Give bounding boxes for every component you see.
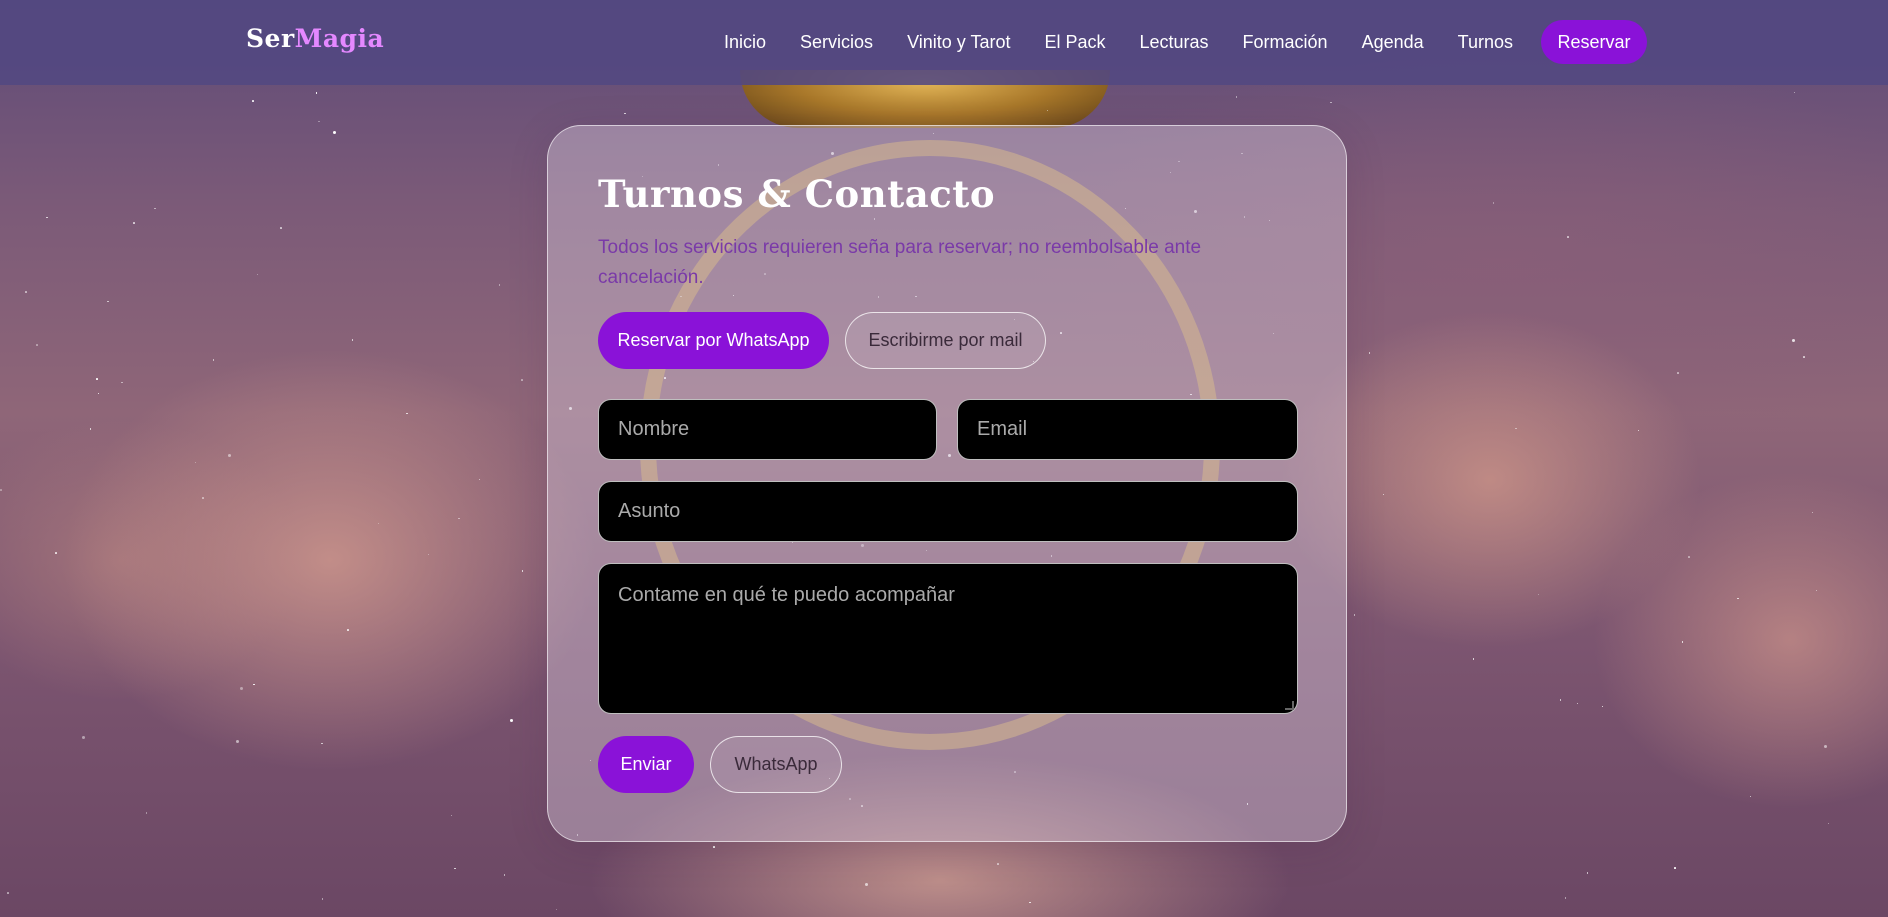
star — [1235, 96, 1238, 98]
star — [253, 683, 255, 686]
star — [121, 381, 123, 384]
reservar-button[interactable]: Reservar — [1541, 20, 1647, 64]
nav-link-formacion[interactable]: Formación — [1243, 32, 1328, 53]
star — [36, 344, 38, 346]
reservar-whatsapp-button[interactable]: Reservar por WhatsApp — [598, 312, 829, 369]
star — [521, 379, 523, 381]
subject-input[interactable]: Asunto — [598, 481, 1298, 542]
subject-input-placeholder: Asunto — [618, 500, 681, 522]
star — [46, 216, 48, 219]
star — [713, 846, 715, 848]
send-button[interactable]: Enviar — [598, 736, 694, 793]
brand-logo-ser: Ser — [246, 24, 295, 53]
brand-logo[interactable]: SerMagia — [246, 24, 384, 53]
star — [55, 552, 57, 554]
star — [96, 378, 98, 380]
star — [1823, 744, 1827, 748]
star — [252, 100, 254, 102]
contact-subtitle: Todos los servicios requieren seña para … — [598, 237, 1202, 288]
star — [1564, 897, 1567, 899]
star — [1674, 867, 1676, 869]
star — [318, 120, 320, 123]
star — [0, 489, 2, 491]
contact-card: Turnos & Contacto Todos los servicios re… — [547, 125, 1347, 842]
message-textarea[interactable]: Contame en qué te puedo acompañar — [598, 563, 1298, 714]
star — [25, 291, 27, 293]
star — [1688, 556, 1690, 558]
star — [315, 92, 318, 94]
star — [321, 742, 323, 745]
star — [1368, 352, 1371, 354]
star — [107, 300, 109, 303]
escribirme-mail-button[interactable]: Escribirme por mail — [845, 312, 1046, 369]
star — [503, 874, 506, 876]
email-input-placeholder: Email — [977, 418, 1028, 440]
star — [406, 412, 408, 415]
nav-link-vinito-y-tarot[interactable]: Vinito y Tarot — [907, 32, 1010, 53]
star — [1586, 872, 1588, 874]
star — [624, 112, 626, 115]
nav-link-servicios[interactable]: Servicios — [800, 32, 873, 53]
name-input[interactable]: Nombre — [598, 399, 937, 460]
email-input[interactable]: Email — [957, 399, 1298, 460]
star — [145, 812, 148, 814]
nav-link-lecturas[interactable]: Lecturas — [1140, 32, 1209, 53]
brand-logo-magia: Magia — [294, 24, 385, 53]
star — [1793, 91, 1796, 93]
contact-title: Turnos & Contacto — [598, 172, 995, 216]
navbar: SerMagia Inicio Servicios Vinito y Tarot… — [0, 0, 1888, 85]
star — [347, 629, 349, 631]
name-input-placeholder: Nombre — [618, 418, 690, 440]
star — [1559, 699, 1562, 701]
star — [1353, 614, 1356, 616]
star — [81, 735, 85, 739]
star — [1681, 641, 1684, 643]
star — [1567, 236, 1569, 238]
whatsapp-button[interactable]: WhatsApp — [710, 736, 842, 793]
star — [280, 227, 282, 229]
nav-link-agenda[interactable]: Agenda — [1362, 32, 1424, 53]
star — [332, 131, 336, 135]
star — [321, 898, 324, 900]
nav-link-el-pack[interactable]: El Pack — [1044, 32, 1105, 53]
star — [997, 863, 999, 865]
star — [1803, 356, 1805, 358]
star — [1677, 372, 1679, 374]
star — [202, 497, 204, 499]
message-textarea-placeholder: Contame en qué te puedo acompañar — [618, 584, 955, 606]
star — [7, 892, 9, 894]
star — [1815, 589, 1818, 592]
nav-link-inicio[interactable]: Inicio — [724, 32, 766, 53]
nav-links: Inicio Servicios Vinito y Tarot El Pack … — [724, 0, 1547, 85]
resize-handle-icon[interactable] — [1285, 701, 1294, 710]
star — [1492, 202, 1495, 204]
nav-link-turnos[interactable]: Turnos — [1458, 32, 1513, 53]
star — [498, 284, 501, 286]
star — [133, 222, 135, 224]
